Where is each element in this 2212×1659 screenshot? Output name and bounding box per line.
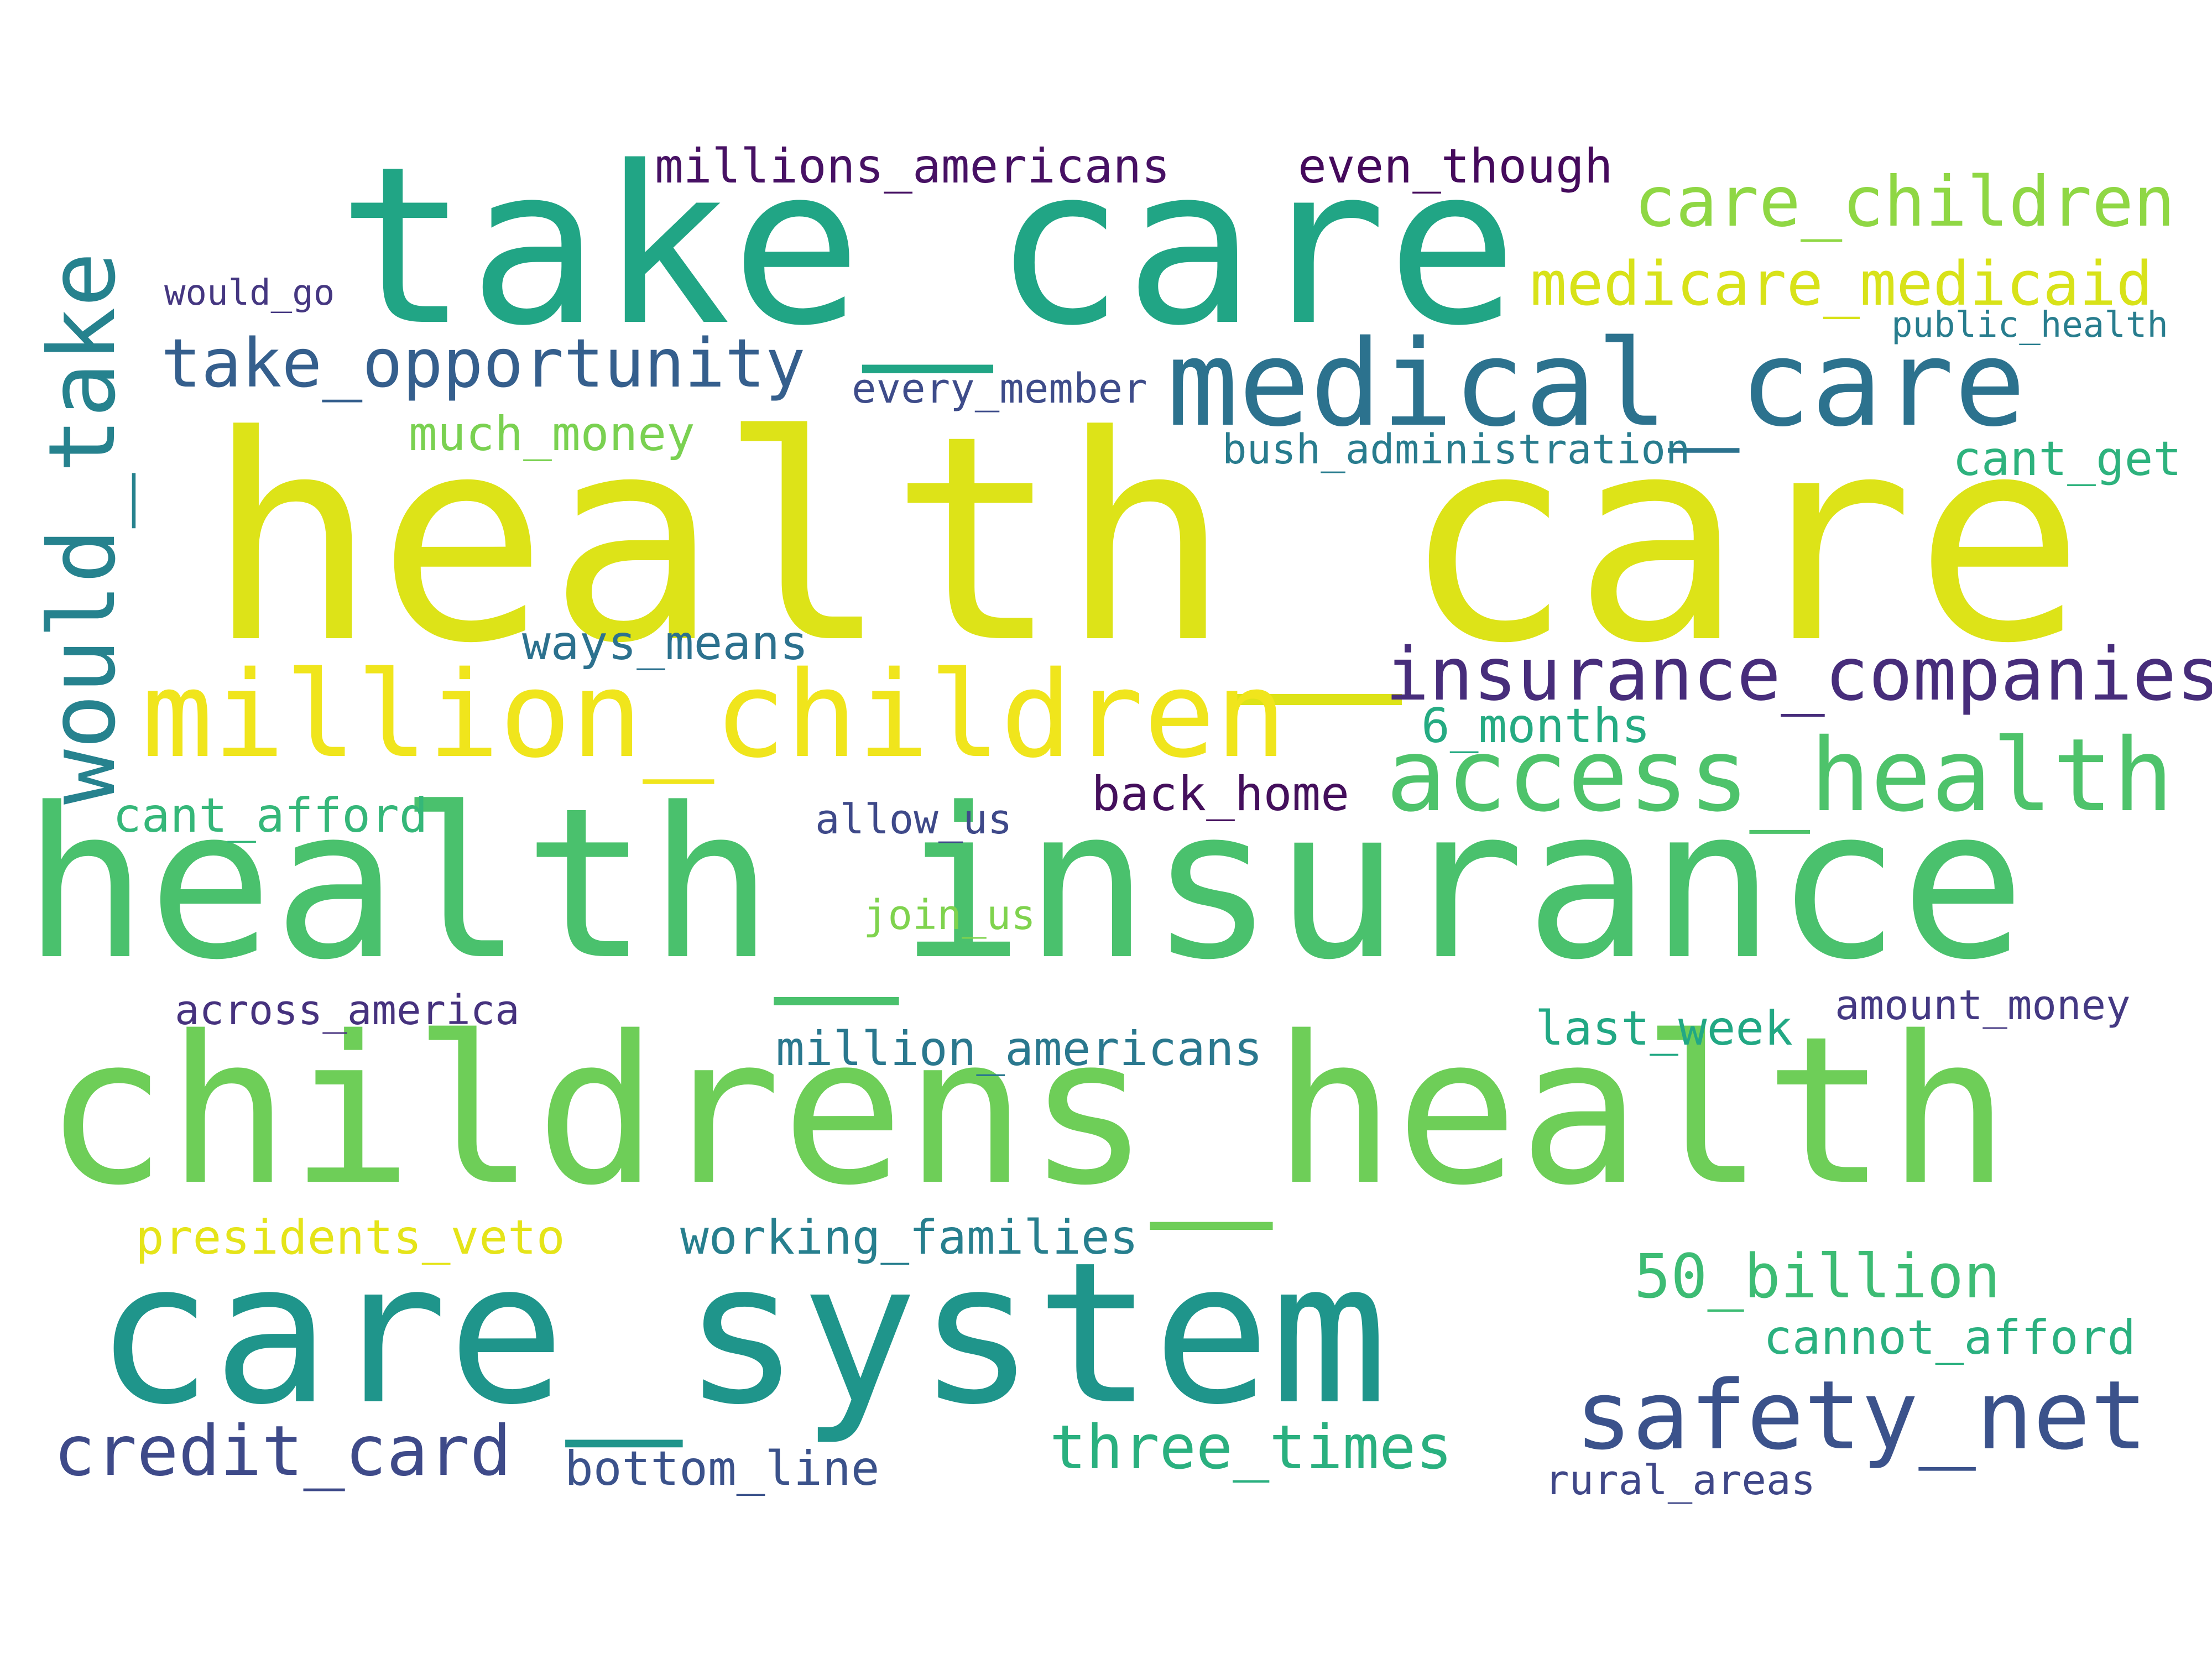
- word-cant-get: cant_get: [1953, 431, 2182, 487]
- word-three-times: three_times: [1050, 1412, 1453, 1483]
- word-cannot-afford: cannot_afford: [1764, 1310, 2136, 1365]
- word-last-week: last_week: [1535, 1001, 1793, 1056]
- word-cant-afford: cant_afford: [113, 788, 428, 843]
- word-allow-us: allow_us: [815, 796, 1013, 843]
- word-care-children: care_children: [1634, 162, 2176, 242]
- word-50-billion: 50_billion: [1634, 1241, 2001, 1312]
- word-rural-areas: rural_areas: [1545, 1457, 1816, 1504]
- word-even-though: even_though: [1298, 139, 1613, 194]
- word-million-children: million_children: [142, 645, 1287, 784]
- word-bottom-line: bottom_line: [565, 1441, 880, 1496]
- word-millions-americans: millions_americans: [655, 139, 1170, 194]
- word-would-go: would_go: [164, 273, 335, 314]
- word-every-member: every_member: [852, 365, 1147, 413]
- word-care-system: care_system: [95, 1220, 1388, 1448]
- word-public-health: public_health: [1891, 305, 2168, 346]
- word-across-america: across_america: [175, 987, 520, 1034]
- word-ways-means: ways_means: [522, 615, 808, 671]
- word-presidents-veto: presidents_veto: [135, 1210, 565, 1265]
- word-working-families: working_families: [680, 1210, 1139, 1265]
- word-back-home: back_home: [1092, 766, 1349, 822]
- word-safety-net: safety_net: [1575, 1360, 2148, 1471]
- word-join-us: join_us: [863, 891, 1036, 939]
- word-6-months: 6_months: [1421, 698, 1651, 754]
- word-amount-money: amount_money: [1835, 982, 2131, 1029]
- word-bush-administration: bush_administration: [1222, 426, 1691, 473]
- word-much-money: much_money: [409, 406, 695, 462]
- word-cloud: health_care health_insurance childrens_h…: [0, 0, 2212, 1659]
- word-would-take: would_take: [29, 252, 136, 805]
- word-million-americans: million_americans: [776, 1021, 1263, 1077]
- word-credit-card: credit_card: [54, 1411, 512, 1491]
- word-take-opportunity: take_opportunity: [161, 325, 806, 403]
